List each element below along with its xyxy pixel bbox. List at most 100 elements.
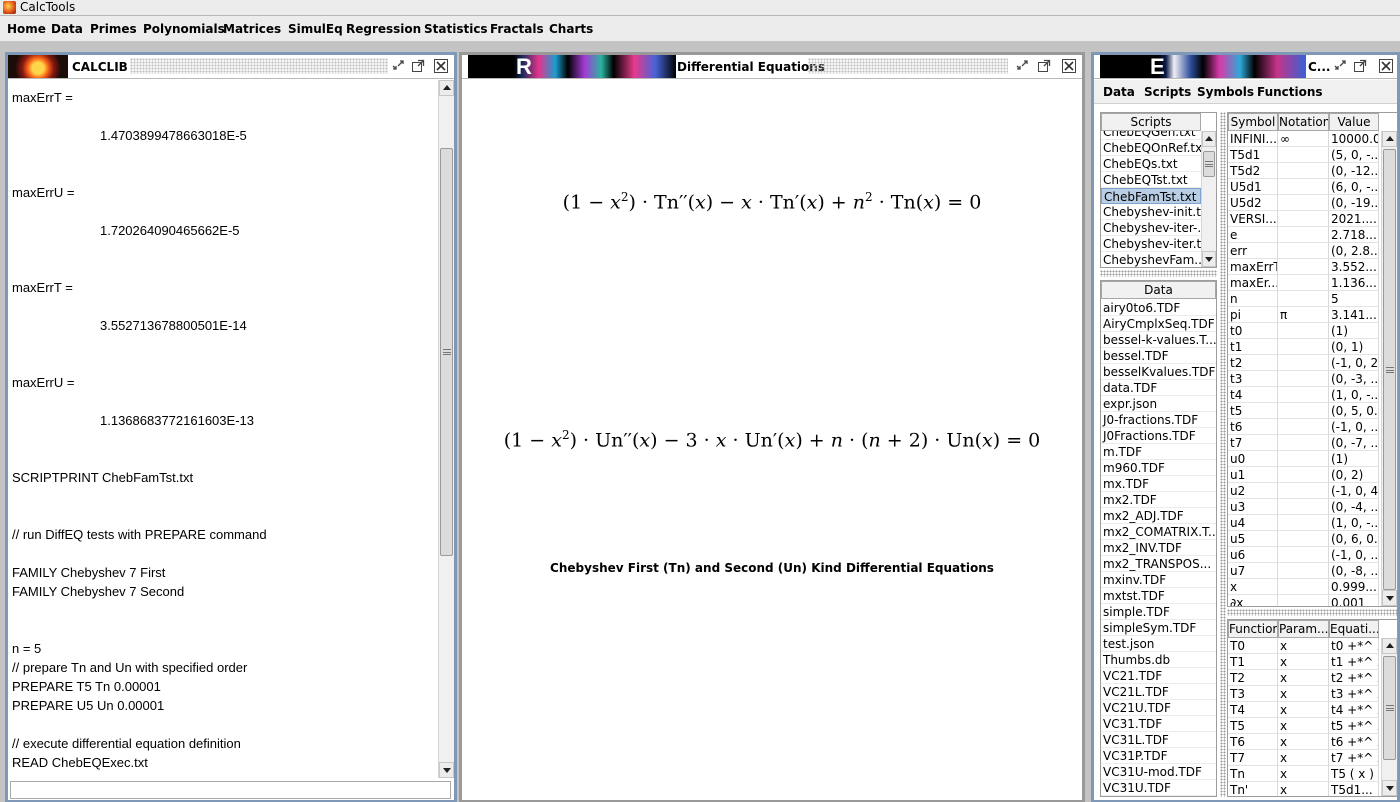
symbols-col-symbol[interactable]: Symbol (1228, 113, 1278, 131)
list-item[interactable]: Chebyshev-init.txt (1101, 204, 1201, 220)
list-item[interactable]: J0Fractions.TDF (1101, 428, 1216, 444)
scroll-thumb[interactable] (1383, 656, 1396, 760)
list-item[interactable]: mx2_ADJ.TDF (1101, 508, 1216, 524)
table-row[interactable]: U5d1 (6, 0, -... (1228, 179, 1381, 195)
list-item[interactable]: ChebEQs.txt (1101, 156, 1201, 172)
scroll-up-button[interactable] (439, 80, 454, 96)
list-item[interactable]: VC21L.TDF (1101, 684, 1216, 700)
list-item-selected[interactable]: ChebFamTst.txt (1101, 188, 1201, 204)
list-item[interactable]: mxinv.TDF (1101, 572, 1216, 588)
menu-charts[interactable]: Charts (549, 16, 593, 42)
list-item[interactable]: ChebEQOnRef.txt (1101, 140, 1201, 156)
explorer-menu-scripts[interactable]: Scripts (1144, 80, 1191, 104)
table-row[interactable]: T4 x t4 +*^ x (1228, 702, 1381, 718)
list-item[interactable]: VC31U-mod.TDF (1101, 764, 1216, 780)
table-row[interactable]: u2 (-1, 0, 4) (1228, 483, 1381, 499)
explorer-menu-data[interactable]: Data (1103, 80, 1135, 104)
list-item[interactable]: simpleSym.TDF (1101, 620, 1216, 636)
list-item[interactable]: VC31L.TDF (1101, 732, 1216, 748)
table-row[interactable]: e 2.718... (1228, 227, 1381, 243)
list-item[interactable]: Chebyshev-iter.txt (1101, 236, 1201, 252)
table-row[interactable]: t1 (0, 1) (1228, 339, 1381, 355)
functions-table[interactable]: Function Param... Equati... T0 x t0 +*^ xT… (1227, 619, 1398, 797)
scroll-thumb[interactable] (1383, 149, 1396, 590)
list-item[interactable]: mx2_TRANSPOS... (1101, 556, 1216, 572)
table-row[interactable]: Tn x T5 ( x ) (1228, 766, 1381, 782)
table-row[interactable]: T1 x t1 +*^ x (1228, 654, 1381, 670)
list-item[interactable]: data.TDF (1101, 380, 1216, 396)
menu-data[interactable]: Data (51, 16, 83, 42)
list-item[interactable]: VC21.TDF (1101, 668, 1216, 684)
table-row[interactable]: pi π 3.141... (1228, 307, 1381, 323)
minimize-icon[interactable] (391, 59, 405, 73)
data-header[interactable]: Data (1101, 281, 1216, 299)
table-row[interactable]: t5 (0, 5, 0... (1228, 403, 1381, 419)
symbols-col-notation[interactable]: Notation (1278, 113, 1329, 131)
table-row[interactable]: T5 x t5 +*^ x (1228, 718, 1381, 734)
table-row[interactable]: T5d2 (0, -12... (1228, 163, 1381, 179)
list-item[interactable]: bessel-k-values.T... (1101, 332, 1216, 348)
list-item[interactable]: J0-fractions.TDF (1101, 412, 1216, 428)
list-item[interactable]: VC31P.TDF (1101, 748, 1216, 764)
list-item[interactable]: m.TDF (1101, 444, 1216, 460)
list-item[interactable]: ChebEQTst.txt (1101, 172, 1201, 188)
list-item[interactable]: bessel.TDF (1101, 348, 1216, 364)
table-row[interactable]: n5 (1228, 291, 1381, 307)
table-row[interactable]: t7 (0, -7, ... (1228, 435, 1381, 451)
table-row[interactable]: T3 x t3 +*^ x (1228, 686, 1381, 702)
list-item[interactable]: besselKvalues.TDF (1101, 364, 1216, 380)
table-row[interactable]: u5 (0, 6, 0... (1228, 531, 1381, 547)
close-icon[interactable] (1062, 59, 1076, 73)
scripts-data-splitter[interactable] (1100, 270, 1217, 277)
minimize-icon[interactable] (1333, 59, 1347, 73)
table-row[interactable]: t4 (1, 0, -... (1228, 387, 1381, 403)
table-row[interactable]: t2 (-1, 0, 2) (1228, 355, 1381, 371)
diffeq-window[interactable]: R Differential Equations (1 − x2) · Tn′′… (459, 52, 1085, 802)
explorer-menu-functions[interactable]: Functions (1257, 80, 1323, 104)
list-item[interactable]: mx2.TDF (1101, 492, 1216, 508)
diffeq-titlebar[interactable]: R Differential Equations (462, 55, 1082, 79)
command-input[interactable] (10, 781, 451, 799)
functions-col-function[interactable]: Function (1228, 620, 1278, 638)
list-item[interactable]: VC31.TDF (1101, 716, 1216, 732)
close-icon[interactable] (1379, 59, 1393, 73)
scroll-down-button[interactable] (1202, 251, 1216, 267)
list-item[interactable]: mxtst.TDF (1101, 588, 1216, 604)
table-row[interactable]: U5d2 (0, -19... (1228, 195, 1381, 211)
scroll-down-button[interactable] (1382, 590, 1397, 606)
list-item[interactable]: test.json (1101, 636, 1216, 652)
list-item[interactable]: ChebyshevFam... (1101, 252, 1201, 267)
scroll-thumb[interactable] (1203, 151, 1215, 177)
table-row[interactable]: t3 (0, -3, ... (1228, 371, 1381, 387)
list-item[interactable]: AiryCmplxSeq.TDF (1101, 316, 1216, 332)
minimize-icon[interactable] (1015, 59, 1029, 73)
functions-scrollbar[interactable] (1381, 638, 1397, 796)
table-row[interactable]: t0 (1) (1228, 323, 1381, 339)
table-row[interactable]: T2 x t2 +*^ x (1228, 670, 1381, 686)
table-row[interactable]: x 0.999... (1228, 579, 1381, 595)
symbols-functions-splitter[interactable] (1227, 609, 1398, 616)
calclib-window[interactable]: CALCLIB maxErrT = 1.4703899478663018E-5 … (5, 52, 457, 802)
calclib-output[interactable]: maxErrT = 1.4703899478663018E-5 maxErrU … (8, 80, 438, 778)
scroll-thumb[interactable] (440, 148, 453, 556)
explorer-titlebar[interactable]: E C... (1094, 55, 1397, 79)
explorer-menu-symbols[interactable]: Symbols (1197, 80, 1254, 104)
table-row[interactable]: T7 x t7 +*^ x (1228, 750, 1381, 766)
menu-statistics[interactable]: Statistics (424, 16, 488, 42)
scripts-scrollbar[interactable] (1201, 131, 1216, 267)
table-row[interactable]: ∂x 0.001 (1228, 595, 1381, 606)
menu-simuleq[interactable]: SimulEq (288, 16, 343, 42)
list-item[interactable]: Chebyshev-iter-... (1101, 220, 1201, 236)
maximize-icon[interactable] (1353, 59, 1367, 73)
table-row[interactable]: u3 (0, -4, ... (1228, 499, 1381, 515)
symbols-col-value[interactable]: Value (1329, 113, 1379, 131)
symbols-scrollbar[interactable] (1381, 131, 1397, 606)
menu-home[interactable]: Home (7, 16, 46, 42)
menu-primes[interactable]: Primes (90, 16, 137, 42)
table-row[interactable]: u0 (1) (1228, 451, 1381, 467)
functions-col-param[interactable]: Param... (1278, 620, 1329, 638)
list-item[interactable]: expr.json (1101, 396, 1216, 412)
table-row[interactable]: maxEr... 1.136... (1228, 275, 1381, 291)
table-row[interactable]: maxErrT 3.552... (1228, 259, 1381, 275)
lists-tables-splitter[interactable] (1220, 112, 1226, 797)
